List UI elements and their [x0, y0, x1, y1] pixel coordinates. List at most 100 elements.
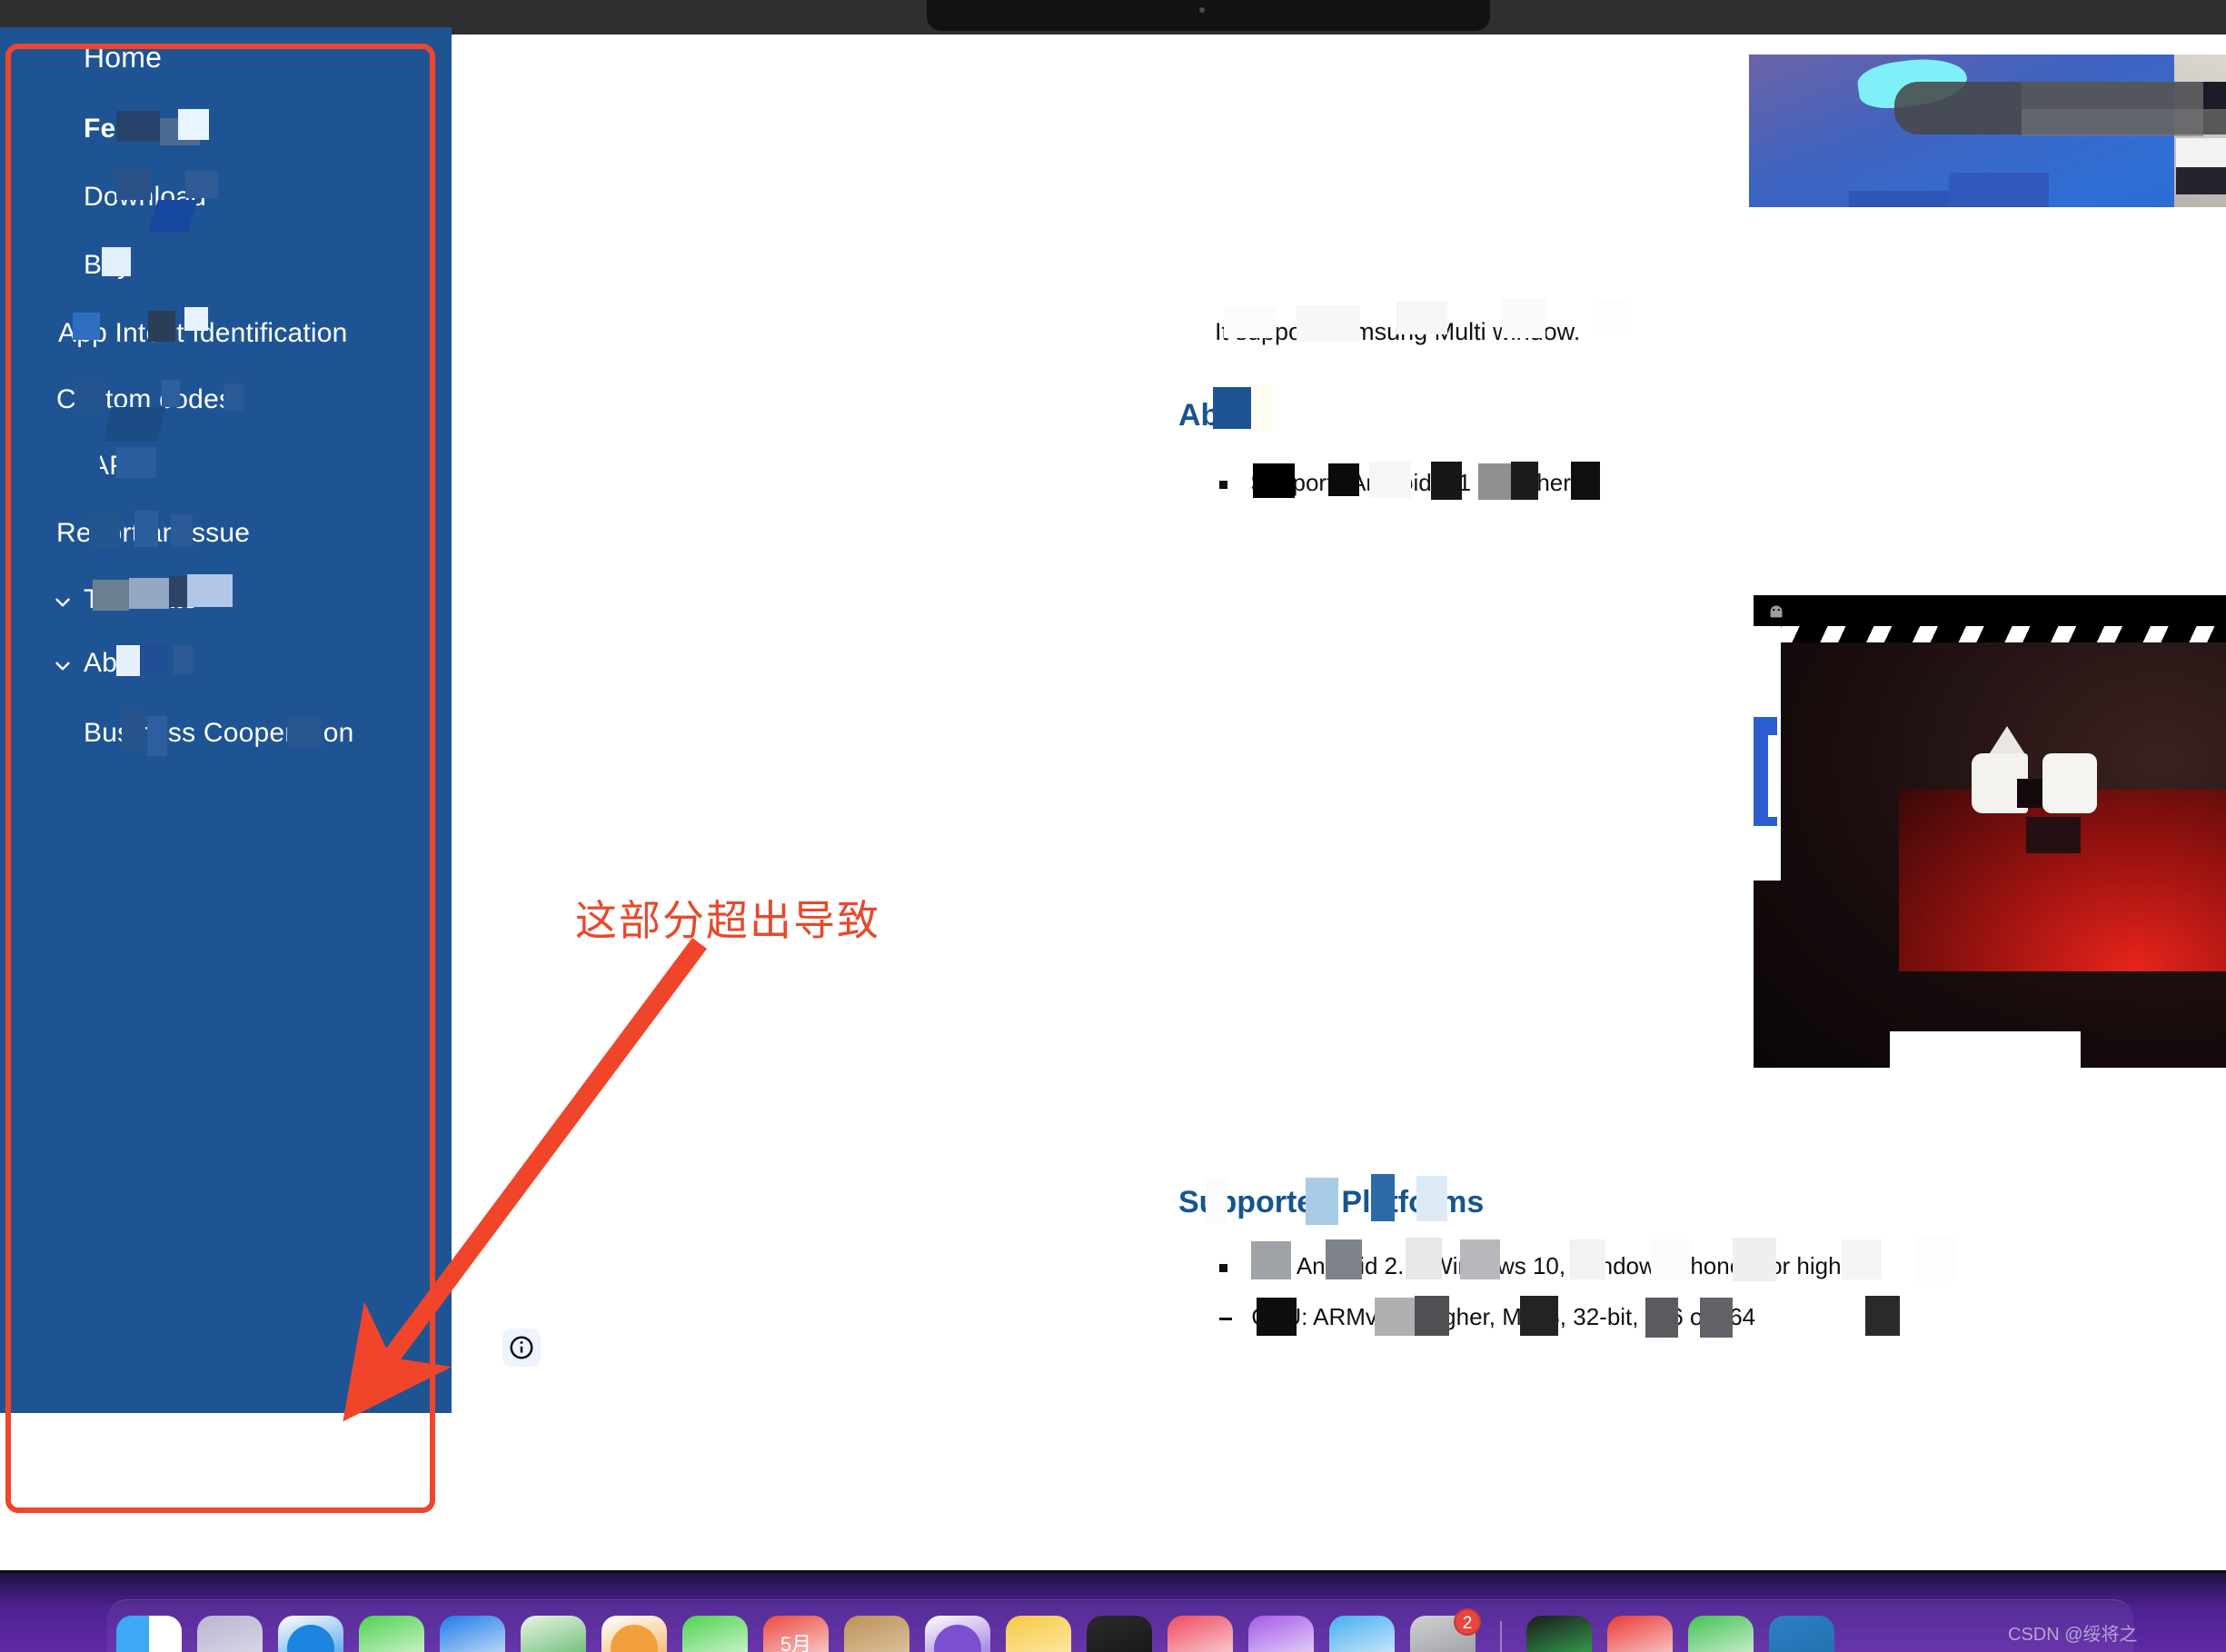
glitch-block — [1406, 1238, 1442, 1279]
dock-icon-messages[interactable] — [359, 1616, 424, 1652]
dock-top-divider — [0, 1570, 2226, 1573]
glitch-block — [2176, 167, 2226, 194]
annotation-arrow-icon — [343, 938, 708, 1422]
glitch-block — [2203, 82, 2226, 109]
dock-icon-glyph — [934, 1625, 981, 1652]
screenshot-image-android: 2:1 — [1754, 595, 2226, 1068]
glitch-block — [1371, 1174, 1395, 1221]
dock-icon-whatsapp[interactable] — [1688, 1616, 1754, 1652]
bullet-dot-icon — [1219, 1263, 1227, 1272]
glitch-block — [122, 711, 145, 751]
glitch-block — [1749, 207, 2226, 218]
glitch-block — [1733, 1238, 1776, 1281]
dock-icon-twitter[interactable] — [1329, 1616, 1395, 1652]
dock-icon-notes[interactable] — [1006, 1616, 1071, 1652]
glitch-block — [1369, 462, 1411, 498]
glitch-block — [1502, 298, 1545, 338]
dock-icon-podcasts[interactable] — [925, 1616, 990, 1652]
dock-icon-maps[interactable] — [521, 1616, 586, 1652]
glitch-block — [1206, 1178, 1227, 1223]
glitch-block — [1768, 735, 1781, 817]
glitch-block — [1460, 1239, 1500, 1279]
glitch-block — [1842, 1239, 1882, 1279]
bullet-dot-icon — [1219, 480, 1227, 489]
glitch-block — [134, 511, 158, 547]
glitch-block — [1520, 1296, 1558, 1336]
glitch-block — [187, 574, 233, 607]
glitch-block — [116, 447, 156, 478]
dock-icon-contacts[interactable] — [844, 1616, 909, 1652]
chevron-down-icon[interactable] — [51, 591, 75, 614]
dock-icon-launchpad[interactable] — [197, 1616, 263, 1652]
glitch-block — [2042, 753, 2097, 813]
glitch-block — [1306, 1178, 1338, 1225]
dock-icon-glyph — [287, 1625, 334, 1652]
screenshot-image-ocean: the screen. — [1749, 55, 2226, 218]
glitch-block — [2022, 82, 2226, 109]
glitch-block — [102, 247, 131, 276]
sidebar-item-home[interactable]: Home — [84, 41, 162, 75]
glitch-block — [1224, 307, 1277, 338]
dock-icon-glyph — [611, 1625, 658, 1652]
dock-app-row[interactable]: 5月 2 — [116, 1608, 1834, 1652]
dock-icon-iterm[interactable] — [1526, 1616, 1592, 1652]
glitch-block — [2022, 109, 2203, 136]
glitch-block — [1700, 1298, 1733, 1338]
glitch-block — [1478, 463, 1511, 500]
glitch-block — [185, 171, 218, 198]
dock-icon-label: 5月 — [780, 1633, 812, 1652]
glitch-block — [171, 514, 193, 547]
dock-icon-safari[interactable] — [278, 1616, 343, 1652]
dock-icon-finder[interactable] — [116, 1616, 182, 1652]
dock-icon-airdrop[interactable] — [1248, 1616, 1314, 1652]
glitch-block — [116, 169, 151, 200]
desktop-gap — [0, 1536, 2226, 1570]
glitch-block — [1431, 462, 1462, 500]
glitch-block — [1569, 1239, 1605, 1279]
glitch-block — [129, 578, 169, 609]
glitch-block — [162, 380, 180, 407]
glitch-block — [2176, 138, 2226, 167]
glitch-block — [184, 307, 208, 331]
dock-icon-vscode[interactable] — [1769, 1616, 1834, 1652]
dock-icon-photos[interactable] — [601, 1616, 667, 1652]
glitch-block — [1213, 387, 1251, 429]
android-screen-content — [1754, 626, 2226, 1068]
glitch-block — [73, 313, 100, 340]
glitch-block — [1593, 300, 1625, 336]
glitch-block — [75, 382, 105, 411]
csdn-watermark: CSDN @绥将之 — [2008, 1625, 2138, 1645]
browser-tab-strip — [927, 0, 1490, 31]
dock-icon-terminal[interactable] — [1087, 1616, 1152, 1652]
dock-icon-settings[interactable]: 2 — [1410, 1608, 1481, 1652]
glitch-block — [87, 454, 100, 482]
dock-badge: 2 — [1454, 1608, 1481, 1636]
android-status-bar: 2:1 — [1754, 595, 2226, 626]
glitch-block — [148, 311, 175, 342]
glitch-block — [173, 645, 193, 674]
glitch-block — [93, 580, 129, 611]
glitch-block — [116, 111, 160, 142]
glitch-block — [1251, 1241, 1291, 1279]
chevron-down-icon[interactable] — [51, 654, 75, 678]
glitch-block — [1253, 463, 1295, 498]
glitch-block — [169, 576, 187, 607]
glitch-block — [1297, 305, 1360, 342]
glitch-block — [1416, 1176, 1447, 1221]
glitch-block — [1328, 463, 1359, 496]
dock-icon-calendar[interactable]: 5月 — [763, 1616, 829, 1652]
dock-icon-music[interactable] — [1607, 1616, 1673, 1652]
dock-icon-facetime[interactable] — [682, 1616, 748, 1652]
glitch-block — [1914, 1236, 1956, 1281]
glitch-block — [1326, 1239, 1362, 1279]
glitch-block — [287, 718, 322, 749]
dock-icon-mail[interactable] — [440, 1616, 505, 1652]
dock-icon-keynote[interactable] — [1168, 1616, 1233, 1652]
screenshot-root: Home Features Download Buy App Intent Id… — [0, 0, 2226, 1652]
glitch-block — [147, 716, 167, 756]
glitch-block — [1511, 462, 1538, 500]
glitch-block — [1754, 626, 2226, 642]
sidebar-item-label: Home — [84, 41, 163, 74]
platform-bullet-label: CPU: ARMv7 or higher, MIPS, 32-bit, x86 … — [1251, 1303, 1756, 1330]
glitch-block — [2026, 817, 2081, 853]
